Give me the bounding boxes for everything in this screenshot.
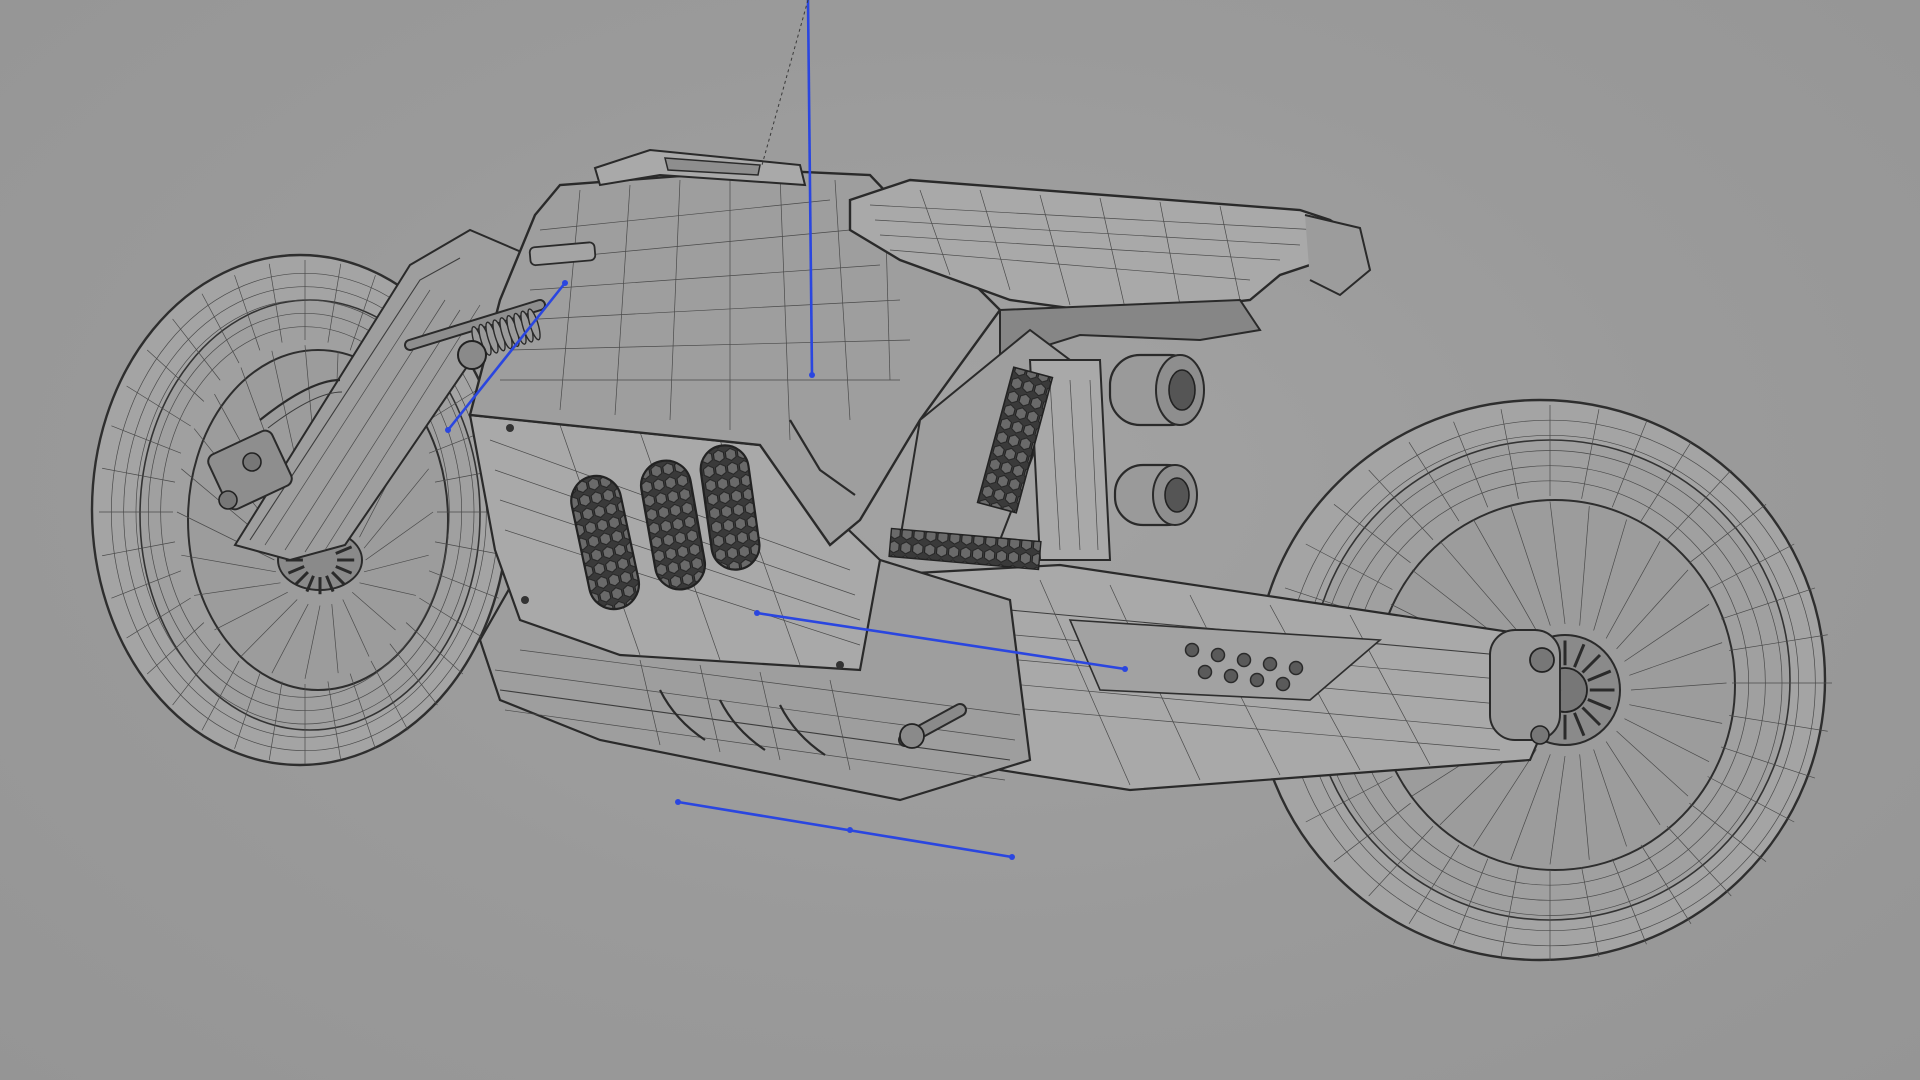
wireframe-scene[interactable] xyxy=(0,0,1920,1080)
gizmo-ground-line[interactable] xyxy=(677,800,1013,859)
exhaust-pipes[interactable] xyxy=(1108,353,1205,527)
3d-viewport[interactable] xyxy=(0,0,1920,1080)
camera-guide-line xyxy=(761,0,809,166)
